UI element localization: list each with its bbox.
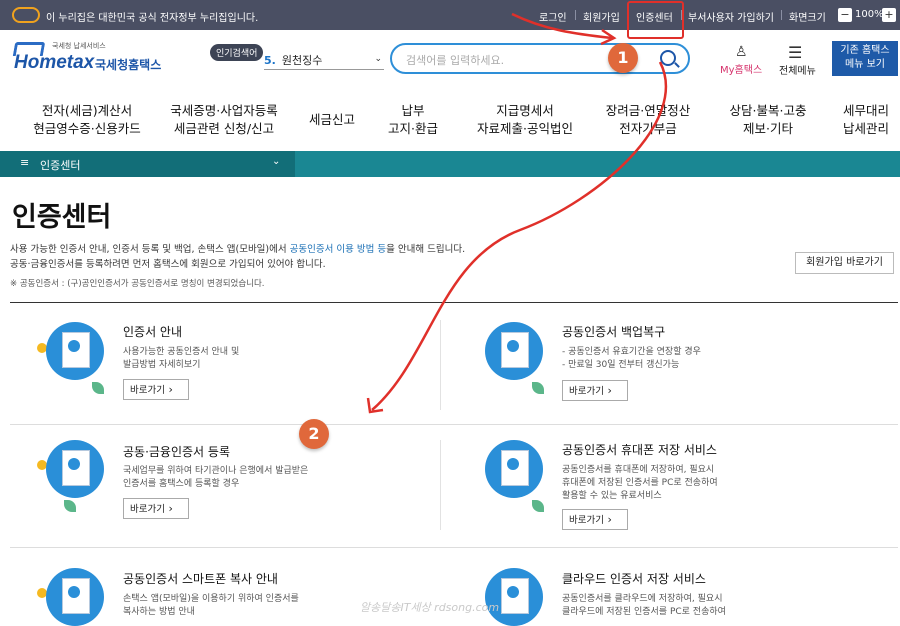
logo-subtitle: 국세청 납세서비스 — [52, 42, 106, 50]
gnb-item-statements[interactable]: 지급명세서 자료제출·공익법인 — [462, 102, 588, 138]
breadcrumb: ≡ 인증센터 ⌄ — [0, 151, 900, 177]
dept-user-signup-link[interactable]: 부서사용자 가입하기 — [688, 9, 774, 24]
card-desc: 공동인증서를 클라우드에 저장하여, 필요시 클라우드에 저장된 인증서를 PC… — [562, 594, 726, 617]
column-divider — [440, 440, 441, 530]
popular-search-term[interactable]: 5. 원천징수 ⌄ — [264, 52, 384, 70]
search-icon[interactable] — [660, 50, 676, 66]
login-link[interactable]: 로그인 — [539, 9, 567, 24]
user-icon[interactable]: ♙ — [735, 44, 748, 60]
zoom-level: 100% — [855, 9, 884, 20]
hamburger-menu-icon[interactable]: ☰ — [788, 43, 802, 62]
search-box[interactable]: 검색어를 입력하세요. — [390, 43, 690, 74]
arrow-head-2 — [366, 397, 384, 414]
goto-button[interactable]: 바로가기 — [562, 380, 628, 401]
gnb-item-consultation[interactable]: 상담·불복·고충 제보·기타 — [716, 102, 820, 138]
breadcrumb-label: 인증센터 — [40, 159, 81, 172]
leaf-icon — [532, 500, 544, 512]
gnb-item-tax-report[interactable]: 세금신고 — [300, 111, 364, 129]
cloud-certificate-icon — [485, 568, 543, 626]
column-divider — [440, 320, 441, 410]
chevron-down-icon[interactable]: ⌄ — [374, 54, 382, 64]
notice-text: ※ 공동인증서 : (구)공인인증서가 공동인증서로 명칭이 변경되었습니다. — [10, 279, 265, 289]
popular-rank: 5. — [264, 54, 276, 67]
intro-line-2: 공동·금융인증서를 등록하려면 먼저 홈택스에 회원으로 가입되어 있어야 합니… — [10, 259, 326, 270]
goto-button[interactable]: 바로가기 — [123, 379, 189, 400]
my-hometax-link[interactable]: My홈택스 — [720, 61, 762, 76]
card-title: 공동인증서 스마트폰 복사 안내 — [123, 572, 278, 586]
card-title: 공동·금융인증서 등록 — [123, 445, 230, 459]
step-marker-2: 2 — [299, 419, 329, 449]
gnb-item-incentives[interactable]: 장려금·연말정산 전자기부금 — [596, 102, 700, 138]
page-title: 인증센터 — [12, 202, 112, 233]
step-marker-1: 1 — [608, 43, 638, 73]
row-divider — [10, 547, 898, 548]
certificate-doc-icon — [46, 322, 104, 380]
screen-size-label: 화면크기 — [789, 13, 826, 24]
gnb-item-certificates[interactable]: 국세증명·사업자등록 세금관련 신청/신고 — [160, 102, 288, 138]
card-desc: 사용가능한 공동인증서 안내 및 발급방법 자세히보기 — [123, 347, 240, 370]
annotation-overlay — [366, 12, 668, 414]
arrow-head-1 — [600, 28, 617, 46]
row-divider — [10, 424, 898, 425]
breadcrumb-current[interactable]: ≡ 인증센터 ⌄ — [0, 151, 295, 177]
certificate-register-icon — [46, 440, 104, 498]
gov-notice-text[interactable]: 이 누리집은 대한민국 공식 전자정부 누리집입니다. — [46, 9, 258, 24]
popular-term: 원천징수 — [281, 54, 323, 67]
chevron-down-icon[interactable]: ⌄ — [272, 156, 280, 167]
list-icon: ≡ — [20, 156, 30, 169]
gnb-item-e-invoice[interactable]: 전자(세금)계산서 현금영수증·신용카드 — [24, 102, 150, 138]
phone-certificate-icon — [485, 440, 543, 498]
card-title: 인증서 안내 — [123, 325, 183, 339]
gov-notice-bar: 이 누리집은 대한민국 공식 전자정부 누리집입니다. 로그인 회원가입 인증센… — [0, 0, 900, 30]
link-separator — [575, 10, 576, 20]
zoom-out-button[interactable]: − — [838, 8, 852, 22]
goto-button[interactable]: 바로가기 — [123, 498, 189, 519]
leaf-icon — [532, 382, 544, 394]
monitor-backup-icon — [485, 322, 543, 380]
logo-title: Hometax — [14, 52, 95, 73]
logo-korean-title: 국세청홈택스 — [95, 58, 162, 72]
popular-search-badge: 인기검색어 — [210, 44, 264, 61]
divider — [10, 302, 898, 303]
leaf-icon — [92, 382, 104, 394]
highlight-box — [627, 1, 684, 39]
intro-highlight: 공동인증서 이용 방법 등 — [289, 244, 387, 255]
smartphone-copy-icon — [46, 568, 104, 626]
card-desc: 손택스 앱(모바일)을 이용하기 위하여 인증서를 복사하는 방법 안내 — [123, 594, 299, 617]
intro-line-1: 사용 가능한 인증서 안내, 인증서 등록 및 백업, 손택스 앱(모바일)에서… — [10, 244, 466, 255]
card-desc: 공동인증서를 휴대폰에 저장하여, 필요시 휴대폰에 저장된 인증서를 PC로 … — [562, 465, 718, 501]
goto-button[interactable]: 바로가기 — [562, 509, 628, 530]
search-input[interactable]: 검색어를 입력하세요. — [406, 52, 504, 68]
card-desc: - 공동인증서 유효기간을 연장할 경우 - 만료일 30일 전부터 갱신가능 — [562, 347, 701, 370]
card-title: 공동인증서 휴대폰 저장 서비스 — [562, 443, 717, 457]
card-title: 클라우드 인증서 저장 서비스 — [562, 572, 706, 586]
leaf-icon — [64, 500, 76, 512]
card-title: 공동인증서 백업복구 — [562, 325, 666, 339]
old-menu-button[interactable]: 기존 홈택스 메뉴 보기 — [832, 41, 898, 76]
join-member-button[interactable]: 회원가입 바로가기 — [795, 252, 894, 274]
all-menu-link[interactable]: 전체메뉴 — [779, 62, 816, 77]
gnb-item-tax-agent[interactable]: 세무대리 납세관리 — [836, 102, 896, 138]
card-desc: 국세업무를 위하여 타기관이나 은행에서 발급받은 인증서를 홈택스에 등록할 … — [123, 466, 309, 489]
watermark: 알송달송IT세상 rdsong.com — [360, 601, 500, 614]
zoom-in-button[interactable]: + — [882, 8, 896, 22]
government-logo-icon — [12, 7, 40, 23]
link-separator — [781, 10, 782, 20]
signup-link[interactable]: 회원가입 — [583, 9, 620, 24]
gnb-item-payment[interactable]: 납부 고지·환급 — [378, 102, 448, 138]
